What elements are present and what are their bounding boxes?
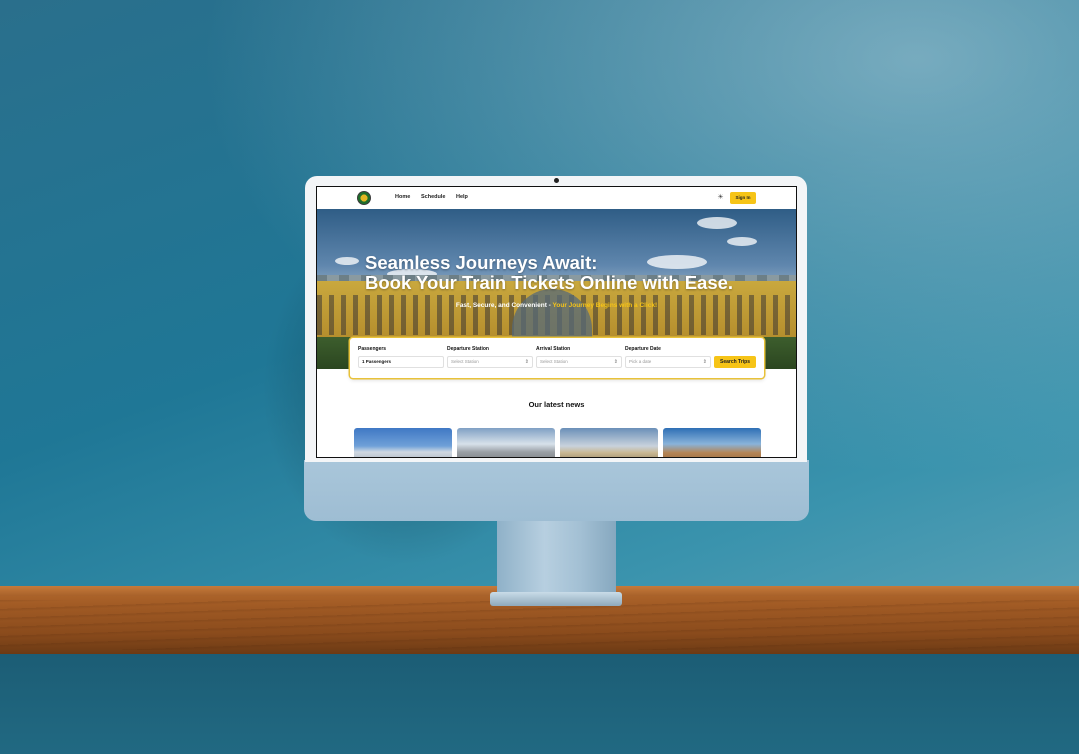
departure-date-label: Departure Date	[625, 346, 661, 352]
departure-date-picker[interactable]: Pick a date ⇕	[625, 356, 711, 368]
cloud	[335, 257, 359, 265]
top-navbar: Home Schedule Help ☀ Sign In	[317, 187, 796, 210]
hero-subtitle: Fast, Secure, and Convenient - Your Jour…	[317, 302, 796, 309]
railway-logo[interactable]	[357, 191, 371, 205]
monitor-stand-foot	[490, 592, 622, 606]
departure-date-placeholder: Pick a date	[629, 359, 652, 364]
departure-station-select[interactable]: Select Station ⇕	[447, 356, 533, 368]
news-card-image[interactable]	[663, 428, 761, 457]
monitor-stand	[497, 520, 616, 598]
news-card-image[interactable]	[560, 428, 658, 457]
hero-title-line-1: Seamless Journeys Await:	[365, 252, 598, 273]
passengers-value: 1 Passengers	[362, 359, 392, 364]
search-trips-button[interactable]: Search Trips	[714, 356, 756, 368]
nav-link-schedule[interactable]: Schedule	[421, 194, 445, 200]
arrival-station-label: Arrival Station	[536, 346, 571, 352]
hero-title-line-2: Book Your Train Tickets Online with Ease…	[365, 272, 734, 293]
lower-wall	[0, 654, 1079, 754]
shelf-grain	[0, 600, 1079, 650]
cloud	[697, 217, 737, 229]
news-card-image[interactable]	[354, 428, 452, 457]
website-screen: Home Schedule Help ☀ Sign In Seamless Jo…	[316, 186, 797, 458]
nav-link-help[interactable]: Help	[456, 194, 468, 200]
departure-station-placeholder: Select Station	[451, 359, 479, 364]
hero-subtitle-highlight: Your Journey Begins with a Click!	[552, 302, 658, 309]
departure-station-label: Departure Station	[447, 346, 489, 352]
monitor-chin	[304, 460, 809, 521]
cloud	[727, 237, 757, 246]
sign-in-button[interactable]: Sign In	[730, 192, 756, 204]
chevron-up-down-icon: ⇕	[613, 359, 618, 365]
chevron-up-down-icon: ⇕	[524, 359, 529, 365]
hero-subtitle-text: Fast, Secure, and Convenient -	[455, 302, 553, 309]
sun-icon[interactable]: ☀	[716, 193, 725, 202]
trip-search-form: Passengers 1 Passengers Departure Statio…	[350, 338, 764, 378]
arrival-station-placeholder: Select Station	[540, 359, 568, 364]
nav-link-home[interactable]: Home	[395, 194, 410, 200]
passengers-label: Passengers	[358, 346, 387, 352]
news-section-title: Our latest news	[528, 400, 585, 409]
camera-icon	[554, 178, 559, 183]
chevron-up-down-icon: ⇕	[702, 359, 707, 365]
passengers-input[interactable]: 1 Passengers	[358, 356, 444, 368]
news-card-image[interactable]	[457, 428, 555, 457]
hero-title: Seamless Journeys Await: Book Your Train…	[365, 253, 765, 293]
arrival-station-select[interactable]: Select Station ⇕	[536, 356, 622, 368]
